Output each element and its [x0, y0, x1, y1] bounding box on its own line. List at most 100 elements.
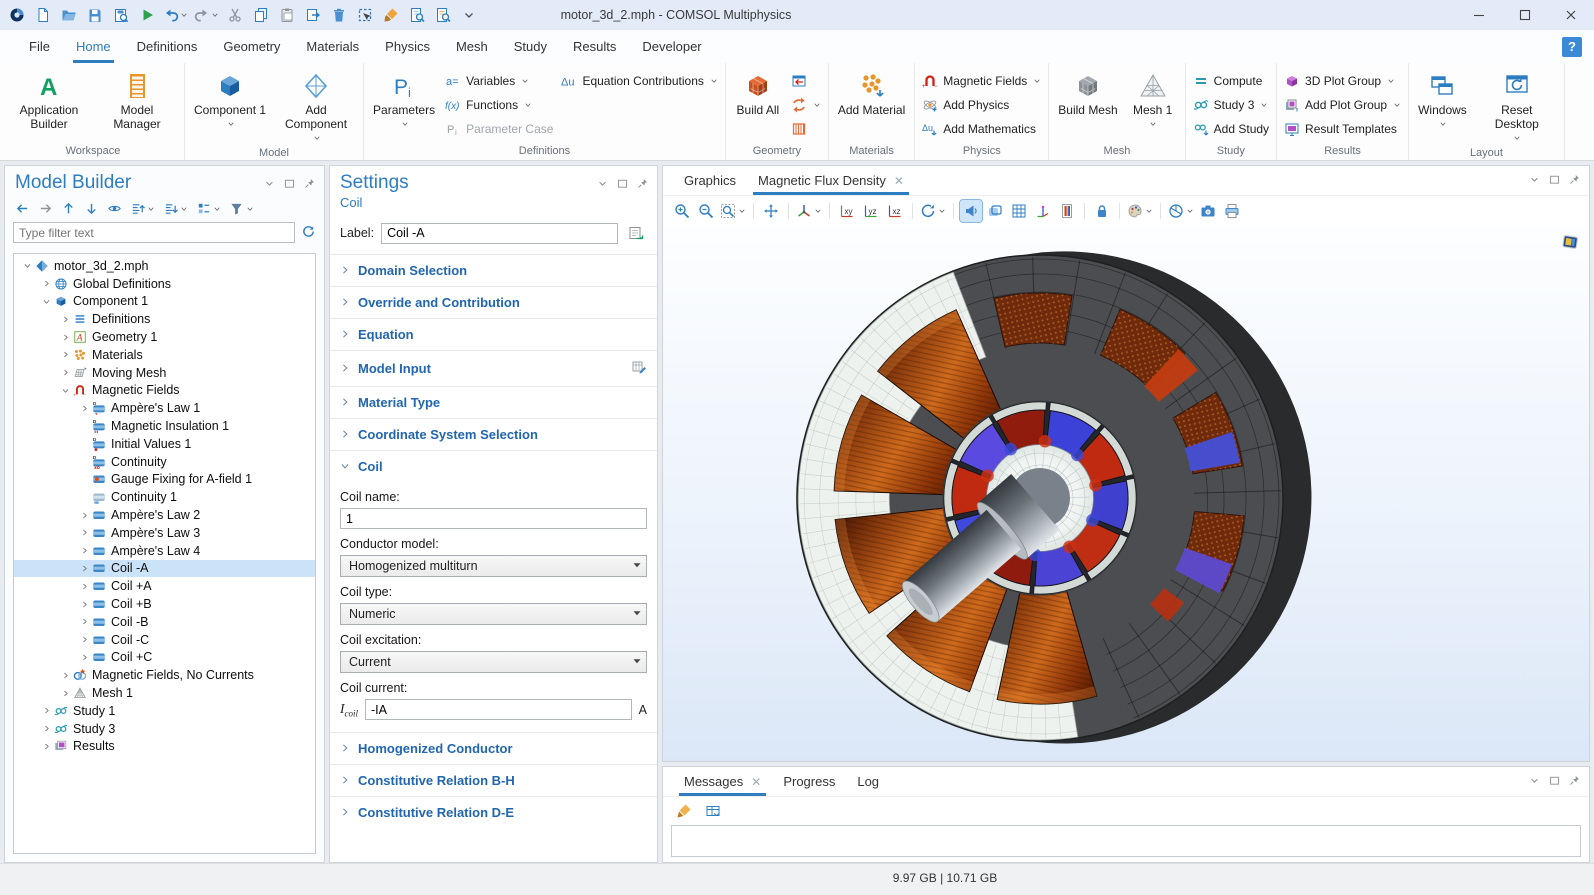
qat-save-button[interactable] [83, 3, 107, 27]
tree-chevron-right-icon[interactable] [39, 739, 53, 753]
ribbon-button-add-physics[interactable]: Add Physics [922, 96, 1041, 113]
menu-tab-physics[interactable]: Physics [372, 30, 443, 63]
tree-item-moving-mesh[interactable]: Moving Mesh [14, 364, 315, 382]
model-input-edit-button[interactable] [631, 359, 647, 378]
tree-chevron-right-icon[interactable] [39, 704, 53, 718]
tree-item-amp-re-s-law-4[interactable]: Ampère's Law 4 [14, 542, 315, 560]
section-model-input[interactable]: Model Input [330, 350, 657, 386]
tree-item-coil-b[interactable]: Coil +B [14, 595, 315, 613]
tab-log[interactable]: Log [846, 767, 890, 796]
color-legend-button[interactable] [1056, 200, 1078, 222]
menu-tab-materials[interactable]: Materials [293, 30, 372, 63]
filter-button[interactable] [229, 201, 254, 216]
min-button[interactable] [1456, 0, 1502, 30]
clear-messages-button[interactable] [673, 800, 695, 822]
tree-chevron-right-icon[interactable] [77, 508, 91, 522]
tree-item-motor-3d-2-mph[interactable]: motor_3d_2.mph [14, 257, 315, 275]
tab-magnetic-flux-density[interactable]: Magnetic Flux Density✕ [747, 166, 915, 195]
conductor-model-dropdown[interactable]: Homogenized multiturn [340, 555, 647, 577]
qat-qat-customize-button[interactable] [457, 3, 481, 27]
toggle-visibility-button[interactable] [107, 201, 122, 216]
menu-tab-definitions[interactable]: Definitions [124, 30, 211, 63]
view-yz-button[interactable]: yz [860, 200, 882, 222]
section-constitutive-relation-d-e[interactable]: Constitutive Relation D-E [330, 796, 657, 828]
qat-insert-doc-button[interactable] [301, 3, 325, 27]
move-up-button[interactable] [61, 201, 76, 216]
panel-pin-button[interactable] [1568, 173, 1581, 189]
section-coordinate-system-selection[interactable]: Coordinate System Selection [330, 418, 657, 450]
ribbon-button-component-1[interactable]: Component 1 [192, 66, 268, 131]
qat-cut-button[interactable] [223, 3, 247, 27]
panel-collapse-button[interactable] [1528, 173, 1541, 189]
section-constitutive-relation-b-h[interactable]: Constitutive Relation B-H [330, 764, 657, 796]
panel-collapse-button[interactable] [596, 177, 609, 193]
tree-chevron-down-icon[interactable] [58, 383, 72, 397]
tree-chevron-right-icon[interactable] [77, 544, 91, 558]
tree-item-amp-re-s-law-3[interactable]: Ampère's Law 3 [14, 524, 315, 542]
collapse-tree-button[interactable] [163, 201, 188, 216]
print-button[interactable] [1221, 200, 1243, 222]
ribbon-button-study-3[interactable]: Study 3 [1193, 96, 1269, 113]
tree-chevron-right-icon[interactable] [58, 312, 72, 326]
environment-button[interactable] [1167, 200, 1195, 222]
ribbon-button-functions[interactable]: f(x)Functions [445, 96, 553, 113]
panel-collapse-button[interactable] [263, 177, 276, 193]
ribbon-button-3d-plot-group[interactable]: 3D Plot Group [1284, 72, 1401, 89]
rename-button[interactable] [625, 222, 647, 244]
ribbon-button-geom-virtual[interactable] [791, 120, 821, 137]
ribbon-button-equation-contributions[interactable]: ΔuEquation Contributions [561, 72, 717, 89]
tree-chevron-right-icon[interactable] [58, 668, 72, 682]
tree-chevron-down-icon[interactable] [20, 259, 34, 273]
qat-new-file-button[interactable] [31, 3, 55, 27]
tree-item-continuity[interactable]: DContinuity [14, 453, 315, 471]
node-display-button[interactable] [196, 201, 221, 216]
palette-button[interactable] [1126, 200, 1154, 222]
ribbon-button-reset-desktop[interactable]: Reset Desktop [1477, 66, 1557, 145]
tree-chevron-right-icon[interactable] [77, 579, 91, 593]
refresh-button[interactable] [301, 224, 316, 242]
tree-item-mesh-1[interactable]: Mesh 1 [14, 684, 315, 702]
motor-3d-plot[interactable] [663, 226, 1589, 761]
expand-tree-button[interactable] [130, 201, 155, 216]
ribbon-button-add-component[interactable]: Add Component [276, 66, 356, 145]
ribbon-button-add-study[interactable]: Add Study [1193, 120, 1269, 137]
close-button[interactable] [1548, 0, 1594, 30]
plot-thumbnail-icon[interactable] [1560, 232, 1581, 255]
tree-chevron-right-icon[interactable] [39, 722, 53, 736]
tree-item-magnetic-insulation-1[interactable]: DMagnetic Insulation 1 [14, 417, 315, 435]
view-xz-button[interactable]: xz [884, 200, 906, 222]
qat-doc-find-button[interactable] [405, 3, 429, 27]
zoom-extents-button[interactable] [760, 200, 782, 222]
ribbon-button-application-builder[interactable]: AApplication Builder [9, 66, 89, 131]
tree-item-coil-b[interactable]: Coil -B [14, 613, 315, 631]
message-table-button[interactable] [702, 800, 724, 822]
menu-tab-study[interactable]: Study [501, 30, 560, 63]
ribbon-button-compute[interactable]: Compute [1193, 72, 1269, 89]
label-field-input[interactable] [381, 223, 618, 244]
tree-item-magnetic-fields-no-currents[interactable]: Magnetic Fields, No Currents [14, 666, 315, 684]
tree-item-coil-a[interactable]: Coil -A [14, 560, 315, 578]
tree-item-gauge-fixing-for-a-field-1[interactable]: Gauge Fixing for A-field 1 [14, 471, 315, 489]
qat-comsol-logo-button[interactable] [5, 3, 29, 27]
tab-messages[interactable]: Messages✕ [673, 767, 772, 796]
ribbon-button-variables[interactable]: a=Variables [445, 72, 553, 89]
ribbon-button-parameter-case[interactable]: PiParameter Case [445, 120, 553, 137]
tree-item-magnetic-fields[interactable]: +−Magnetic Fields [14, 382, 315, 400]
go-back-button[interactable] [15, 201, 30, 216]
ribbon-button-windows[interactable]: Windows [1416, 66, 1469, 131]
tree-item-amp-re-s-law-1[interactable]: DAmpère's Law 1 [14, 399, 315, 417]
qat-select-box-button[interactable] [353, 3, 377, 27]
view-tripod-button[interactable] [795, 200, 823, 222]
tree-item-study-1[interactable]: Study 1 [14, 702, 315, 720]
tree-item-global-definitions[interactable]: Global Definitions [14, 275, 315, 293]
tab-progress[interactable]: Progress [772, 767, 846, 796]
ribbon-button-add-plot-group[interactable]: Add Plot Group [1284, 96, 1401, 113]
qat-redo-button[interactable] [192, 3, 221, 27]
qat-delete-button[interactable] [327, 3, 351, 27]
section-material-type[interactable]: Material Type [330, 386, 657, 418]
tree-chevron-right-icon[interactable] [58, 366, 72, 380]
tree-chevron-right-icon[interactable] [58, 348, 72, 362]
graphics-canvas[interactable] [663, 226, 1589, 761]
ribbon-button-build-mesh[interactable]: Build Mesh [1056, 66, 1119, 117]
tree-item-amp-re-s-law-2[interactable]: Ampère's Law 2 [14, 506, 315, 524]
